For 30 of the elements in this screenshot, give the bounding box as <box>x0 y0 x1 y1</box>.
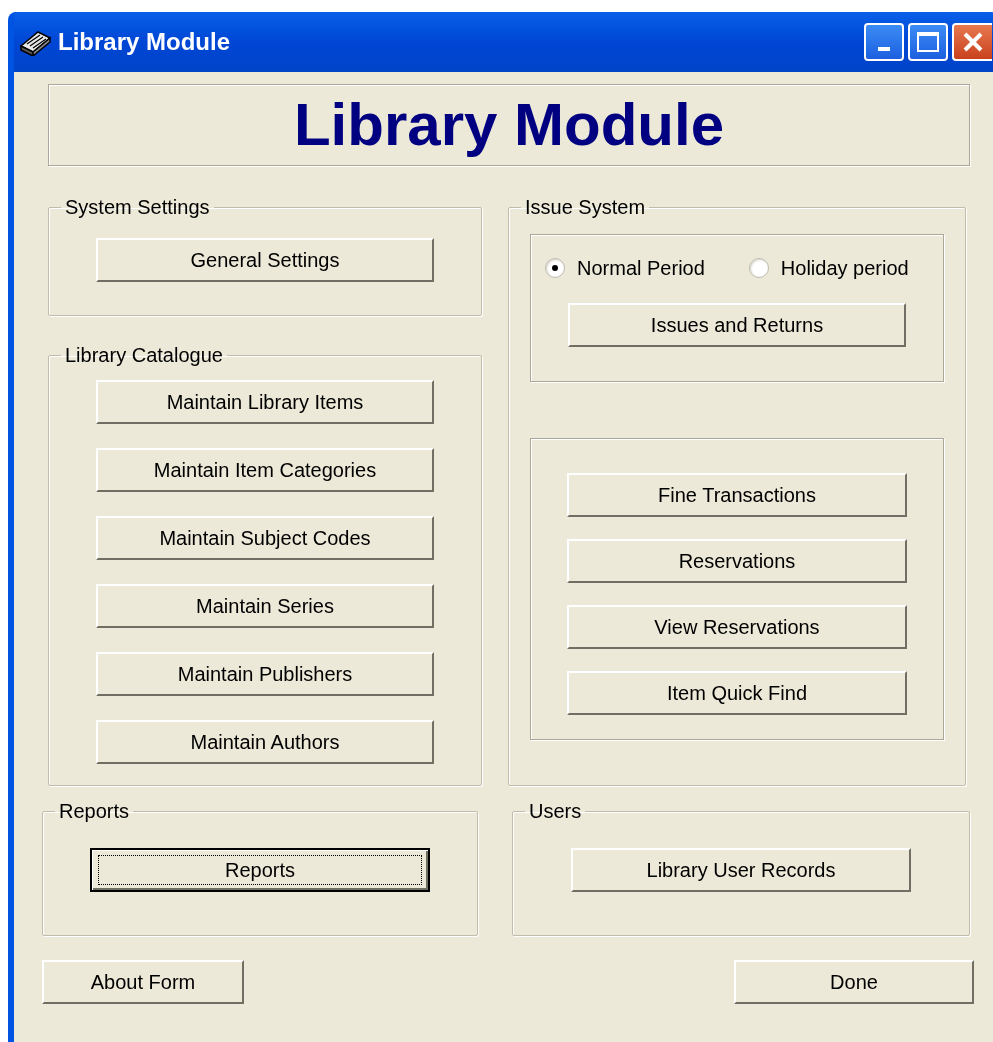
group-label: Users <box>528 800 583 822</box>
push-button[interactable]: View Reservations <box>567 605 907 649</box>
minimize-button[interactable] <box>864 23 904 61</box>
push-button[interactable]: Library User Records <box>571 848 911 892</box>
maximize-button[interactable] <box>908 23 948 61</box>
push-button[interactable]: Maintain Library Items <box>96 380 434 424</box>
push-button[interactable]: About Form <box>42 960 244 1004</box>
push-button[interactable]: Maintain Publishers <box>96 652 434 696</box>
app-heading: Library Module <box>293 95 725 155</box>
radio-button[interactable]: Normal Period <box>545 253 705 283</box>
radio-button[interactable]: Holiday period <box>748 253 909 283</box>
default-button[interactable]: Reports <box>90 848 430 892</box>
close-button[interactable] <box>952 23 992 61</box>
push-button[interactable]: General Settings <box>96 238 434 282</box>
group-label: Issue System <box>524 196 647 218</box>
group-label: Reports <box>58 800 131 822</box>
push-button[interactable]: Maintain Authors <box>96 720 434 764</box>
push-button[interactable]: Issues and Returns <box>568 303 906 347</box>
window-title: Library Module <box>58 27 231 57</box>
group-label: Library Catalogue <box>64 344 224 366</box>
push-button[interactable]: Done <box>734 960 974 1004</box>
push-button[interactable]: Maintain Subject Codes <box>96 516 434 560</box>
push-button[interactable]: Maintain Item Categories <box>96 448 434 492</box>
group-label: System Settings <box>64 196 211 218</box>
push-button[interactable]: Reservations <box>567 539 907 583</box>
push-button[interactable]: Fine Transactions <box>567 473 907 517</box>
book-stack-icon <box>18 28 52 56</box>
push-button[interactable]: Maintain Series <box>96 584 434 628</box>
push-button[interactable]: Item Quick Find <box>567 671 907 715</box>
close-icon <box>962 31 984 53</box>
